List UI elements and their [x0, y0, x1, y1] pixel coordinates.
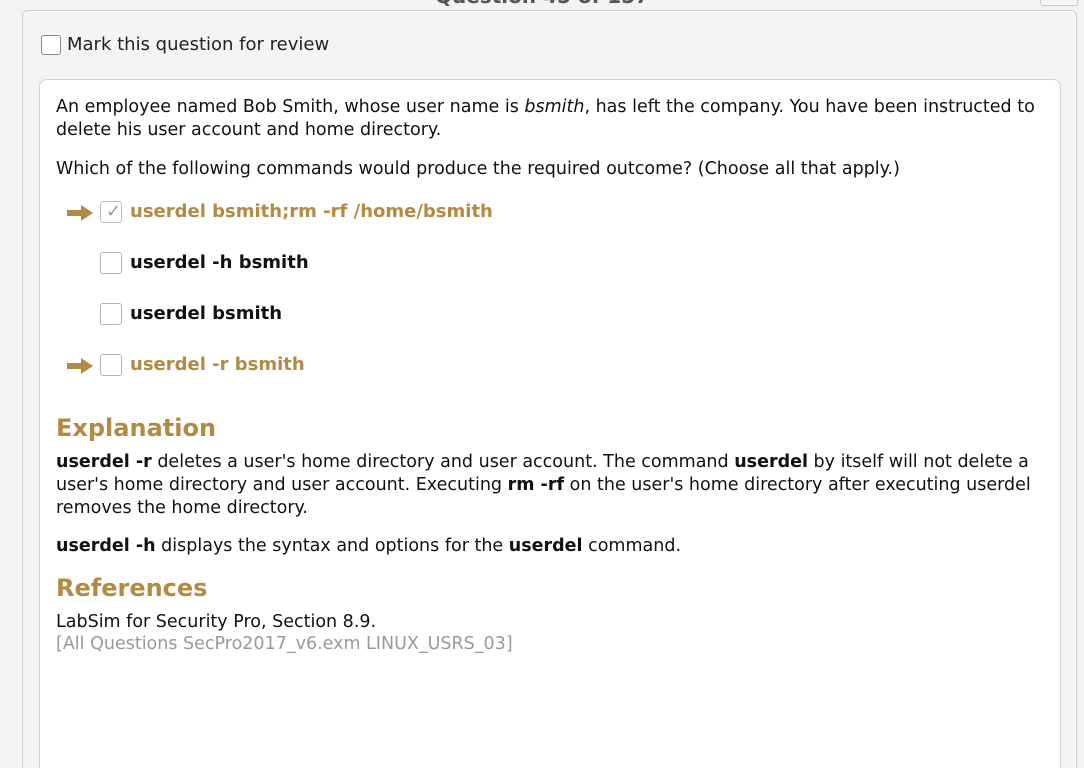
answer-checkbox[interactable]: [100, 354, 122, 376]
question-counter: Question 45 of 157: [0, 0, 1084, 8]
answer-arrow-slot: [66, 303, 100, 327]
explanation-bold-text: userdel -r: [56, 452, 152, 472]
answer-checkbox[interactable]: [100, 252, 122, 274]
reference-meta: [All Questions SecPro2017_v6.exm LINUX_U…: [56, 634, 513, 654]
explanation-text: command.: [582, 536, 682, 556]
checkmark-icon: ✓: [106, 201, 122, 222]
arrow-right-icon: [67, 205, 93, 221]
explanation-heading: Explanation: [56, 414, 217, 442]
references-heading: References: [56, 574, 208, 602]
review-option[interactable]: Mark this question for review: [41, 34, 329, 55]
answer-option-1[interactable]: ✓ userdel bsmith;rm -rf /home/bsmith: [66, 201, 1046, 252]
question-content-card: An employee named Bob Smith, whose user …: [39, 79, 1061, 768]
answer-checkbox-checked[interactable]: ✓: [100, 201, 122, 223]
explanation-bold-text: userdel -h: [56, 536, 156, 556]
answer-option-4[interactable]: userdel -r bsmith: [66, 354, 1046, 405]
review-label: Mark this question for review: [67, 34, 330, 55]
explanation-bold-text: userdel: [734, 452, 808, 472]
question-panel: Mark this question for review An employe…: [22, 10, 1077, 768]
explanation-paragraph-1: userdel -r deletes a user's home directo…: [56, 451, 1046, 520]
question-text: An employee named Bob Smith, whose user …: [56, 96, 1046, 142]
top-right-button[interactable]: [1040, 0, 1078, 6]
answer-list: ✓ userdel bsmith;rm -rf /home/bsmith use…: [66, 201, 1046, 405]
answer-arrow-slot: [66, 354, 100, 378]
question-text-part-1: An employee named Bob Smith, whose user …: [56, 97, 525, 117]
answer-option-2[interactable]: userdel -h bsmith: [66, 252, 1046, 303]
answer-text: userdel -h bsmith: [130, 252, 309, 273]
question-content: An employee named Bob Smith, whose user …: [56, 96, 1046, 655]
review-checkbox[interactable]: [41, 34, 61, 55]
answer-arrow-slot: [66, 252, 100, 276]
question-username: bsmith: [524, 97, 585, 117]
answer-text: userdel bsmith: [130, 303, 283, 324]
explanation-bold-text: rm -rf: [507, 475, 565, 495]
answer-option-3[interactable]: userdel bsmith: [66, 303, 1046, 354]
answer-checkbox[interactable]: [100, 303, 122, 325]
answer-text: userdel -r bsmith: [130, 354, 305, 375]
page: Question 45 of 157 Mark this question fo…: [0, 0, 1084, 768]
reference-section: LabSim for Security Pro, Section 8.9.: [56, 612, 377, 632]
explanation-bold-text: userdel: [508, 536, 583, 556]
explanation-text: displays the syntax and options for the: [155, 536, 509, 556]
explanation-text: deletes a user's home directory and user…: [151, 452, 735, 472]
arrow-right-icon: [67, 358, 93, 374]
question-prompt: Which of the following commands would pr…: [56, 159, 900, 179]
answer-arrow-slot: [66, 201, 100, 225]
answer-text: userdel bsmith;rm -rf /home/bsmith: [130, 201, 493, 222]
explanation-paragraph-2: userdel -h displays the syntax and optio…: [56, 535, 1046, 558]
